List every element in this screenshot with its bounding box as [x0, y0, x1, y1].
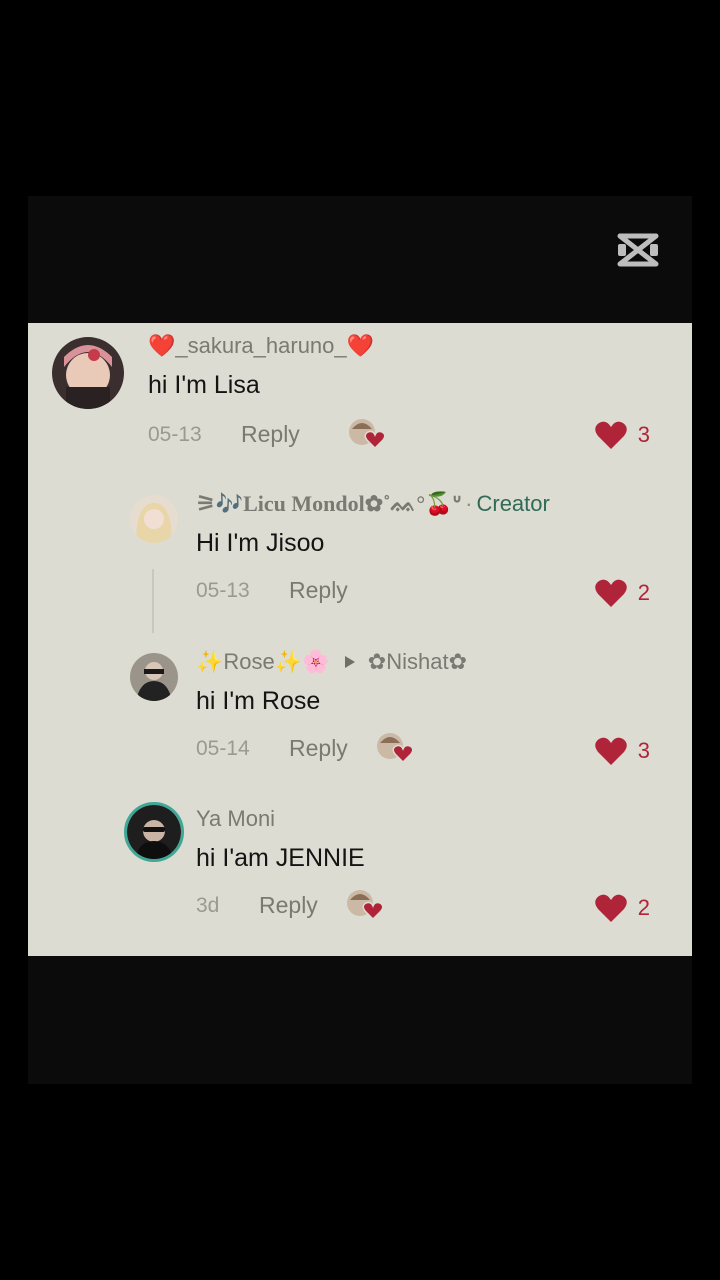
- creator-liked-icon: [349, 419, 386, 449]
- username[interactable]: ❤️_sakura_haruno_❤️: [148, 333, 374, 359]
- username[interactable]: ⚞🎶Licu Mondol✿˚ᨐ°🍒ᐡ · Creator: [196, 491, 550, 517]
- heart-icon: [594, 737, 627, 765]
- like-count: 3: [637, 738, 650, 763]
- thread-line: [152, 569, 154, 633]
- heart-icon: [594, 579, 627, 607]
- reply-to-username[interactable]: ✿Nishat✿: [368, 649, 467, 674]
- heart-icon: [594, 894, 627, 922]
- comment-date: 3d: [196, 894, 220, 917]
- reply-button[interactable]: Reply: [241, 421, 300, 448]
- comment-text: hi I'm Lisa: [148, 371, 260, 399]
- like-count: 3: [637, 422, 650, 447]
- username-text: ⚞🎶Licu Mondol✿˚ᨐ°🍒ᐡ: [196, 491, 462, 516]
- username-text: ✨Rose✨🌸: [196, 649, 330, 674]
- reply-button[interactable]: Reply: [259, 892, 318, 919]
- creator-liked-icon: [377, 733, 414, 763]
- reply-button[interactable]: Reply: [289, 577, 348, 604]
- comment-date: 05-13: [148, 423, 202, 446]
- comments-panel: ❤️_sakura_haruno_❤️ hi I'm Lisa 05-13 Re…: [28, 323, 692, 956]
- comment-text: hi I'am JENNIE: [196, 844, 365, 872]
- like-count: 2: [637, 580, 650, 605]
- like-button[interactable]: 3: [594, 420, 650, 450]
- avatar[interactable]: [124, 802, 184, 862]
- comment-date: 05-14: [196, 737, 250, 760]
- creator-liked-icon: [347, 890, 384, 920]
- play-triangle-icon: [344, 656, 355, 668]
- comment-date: 05-13: [196, 579, 250, 602]
- bottom-bar: [28, 956, 692, 1084]
- reply-button[interactable]: Reply: [289, 735, 348, 762]
- like-count: 2: [637, 895, 650, 920]
- like-button[interactable]: 2: [594, 578, 650, 608]
- avatar[interactable]: [52, 337, 124, 409]
- like-button[interactable]: 2: [594, 893, 650, 923]
- username[interactable]: Ya Moni: [196, 806, 275, 832]
- separator-dot: ·: [465, 491, 473, 516]
- comment-text: Hi I'm Jisoo: [196, 529, 325, 557]
- top-bar: [28, 196, 692, 323]
- avatar[interactable]: [130, 495, 178, 543]
- creator-badge: Creator: [476, 491, 550, 516]
- comment-text: hi I'm Rose: [196, 687, 321, 715]
- video-frame: ❤️_sakura_haruno_❤️ hi I'm Lisa 05-13 Re…: [28, 196, 692, 1084]
- username[interactable]: ✨Rose✨🌸 ✿Nishat✿: [196, 649, 467, 675]
- avatar[interactable]: [130, 653, 178, 701]
- like-button[interactable]: 3: [594, 736, 650, 766]
- heart-icon: [594, 421, 627, 449]
- capcut-logo-icon: [617, 233, 659, 267]
